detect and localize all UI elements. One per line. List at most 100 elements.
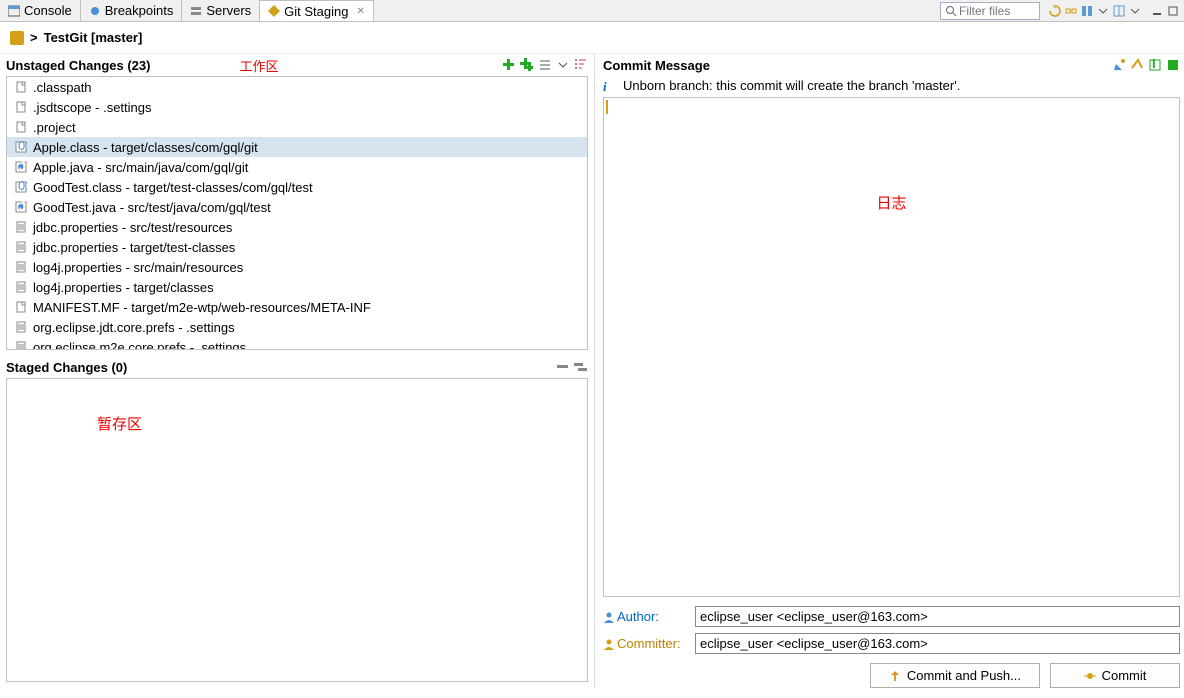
servers-icon (190, 5, 202, 17)
unstaged-header: Unstaged Changes (23) 工作区 (0, 54, 594, 76)
minimize-icon[interactable] (1150, 4, 1164, 18)
chevron-down-icon[interactable] (556, 58, 570, 72)
commit-info-bar: i Unborn branch: this commit will create… (603, 76, 1180, 95)
file-row[interactable]: log4j.properties - target/classes (7, 277, 587, 297)
amend-icon[interactable] (1112, 58, 1126, 72)
tab-console[interactable]: Console (0, 0, 81, 21)
add-all-icon[interactable] (520, 58, 534, 72)
file-label: GoodTest.java - src/test/java/com/gql/te… (33, 200, 271, 215)
props-icon (15, 341, 27, 349)
file-icon (15, 81, 27, 93)
unstaged-title: Unstaged Changes (23) (6, 58, 230, 73)
commit-info-text: Unborn branch: this commit will create t… (623, 78, 960, 93)
file-label: Apple.java - src/main/java/com/gql/git (33, 160, 248, 175)
file-row[interactable]: org.eclipse.m2e.core.prefs - .settings (7, 337, 587, 349)
list-icon[interactable] (538, 58, 552, 72)
staged-header: Staged Changes (0) (0, 356, 594, 378)
file-row[interactable]: .classpath (7, 77, 587, 97)
svg-text:01: 01 (18, 181, 27, 193)
chevron-down-icon[interactable] (1096, 4, 1110, 18)
file-label: .classpath (33, 80, 92, 95)
svg-text:J: J (19, 201, 26, 213)
unstaged-list: .classpath .jsdtscope - .settings .project… (6, 76, 588, 350)
git-staging-icon (268, 5, 280, 17)
commit-icon (1084, 670, 1096, 682)
java-icon: J (15, 201, 27, 213)
file-row[interactable]: jdbc.properties - target/test-classes (7, 237, 587, 257)
staged-list[interactable]: 暂存区 (6, 378, 588, 682)
person-icon (603, 611, 615, 623)
search-icon (945, 5, 957, 17)
commit-message-input[interactable] (604, 98, 1179, 596)
class-icon: 01 (15, 141, 27, 153)
layout-icon[interactable] (1112, 4, 1126, 18)
remove-all-icon[interactable] (574, 360, 588, 374)
file-label: .project (33, 120, 76, 135)
maximize-icon[interactable] (1166, 4, 1180, 18)
file-label: jdbc.properties - src/test/resources (33, 220, 232, 235)
file-label: jdbc.properties - target/test-classes (33, 240, 235, 255)
file-row[interactable]: .jsdtscope - .settings (7, 97, 587, 117)
tab-breakpoints[interactable]: Breakpoints (81, 0, 183, 21)
unstaged-annotation: 工作区 (240, 56, 279, 75)
commit-button[interactable]: Commit (1050, 663, 1180, 688)
file-row[interactable]: J GoodTest.java - src/test/java/com/gql/t… (7, 197, 587, 217)
remove-selected-icon[interactable] (556, 360, 570, 374)
file-row[interactable]: MANIFEST.MF - target/m2e-wtp/web-resourc… (7, 297, 587, 317)
file-label: Apple.class - target/classes/com/gql/git (33, 140, 258, 155)
refresh-icon[interactable] (1048, 4, 1062, 18)
tab-git-staging[interactable]: Git Staging ✕ (260, 0, 374, 21)
file-row[interactable]: 01 Apple.class - target/classes/com/gql/g… (7, 137, 587, 157)
commit-message-header: Commit Message I (603, 54, 1180, 76)
chevron-down-icon[interactable] (1128, 4, 1142, 18)
info-icon: i (603, 79, 617, 93)
file-row[interactable]: org.eclipse.jdt.core.prefs - .settings (7, 317, 587, 337)
link-icon[interactable] (1064, 4, 1078, 18)
breadcrumb-sep: > (30, 30, 38, 45)
file-label: org.eclipse.m2e.core.prefs - .settings (33, 340, 246, 350)
props-icon (15, 281, 27, 293)
view-toolbar (1044, 4, 1146, 18)
committer-input[interactable] (695, 633, 1180, 654)
close-icon[interactable]: ✕ (356, 6, 364, 17)
file-label: MANIFEST.MF - target/m2e-wtp/web-resourc… (33, 300, 371, 315)
file-label: log4j.properties - src/main/resources (33, 260, 243, 275)
file-icon (15, 101, 27, 113)
file-label: .jsdtscope - .settings (33, 100, 152, 115)
gerrit-icon[interactable] (1166, 58, 1180, 72)
tab-label: Console (24, 3, 72, 18)
staged-title: Staged Changes (0) (6, 360, 281, 375)
file-row[interactable]: J Apple.java - src/main/java/com/gql/git (7, 157, 587, 177)
file-row[interactable]: 01 GoodTest.class - target/test-classes/c… (7, 177, 587, 197)
filter-files-input[interactable] (940, 2, 1040, 20)
console-icon (8, 5, 20, 17)
changeid-icon[interactable]: I (1148, 58, 1162, 72)
tab-servers[interactable]: Servers (182, 0, 260, 21)
breakpoints-icon (89, 5, 101, 17)
props-icon (15, 241, 27, 253)
signoff-icon[interactable] (1130, 58, 1144, 72)
text-cursor (606, 100, 608, 114)
file-row[interactable]: jdbc.properties - src/test/resources (7, 217, 587, 237)
add-selected-icon[interactable] (502, 58, 516, 72)
sort-icon[interactable] (574, 58, 588, 72)
file-label: GoodTest.class - target/test-classes/com… (33, 180, 313, 195)
java-icon: J (15, 161, 27, 173)
file-label: org.eclipse.jdt.core.prefs - .settings (33, 320, 235, 335)
author-label: Author: (603, 609, 689, 624)
tab-label: Git Staging (284, 4, 348, 19)
commit-and-push-button[interactable]: Commit and Push... (870, 663, 1040, 688)
commit-message-area[interactable]: 日志 (603, 97, 1180, 597)
author-input[interactable] (695, 606, 1180, 627)
file-icon (15, 121, 27, 133)
props-icon (15, 321, 27, 333)
staged-annotation: 暂存区 (97, 413, 142, 434)
file-row[interactable]: .project (7, 117, 587, 137)
svg-text:J: J (19, 161, 26, 173)
svg-text:I: I (1152, 58, 1156, 71)
file-icon (15, 301, 27, 313)
file-row[interactable]: log4j.properties - src/main/resources (7, 257, 587, 277)
class-icon: 01 (15, 181, 27, 193)
column-icon[interactable] (1080, 4, 1094, 18)
committer-label: Committer: (603, 636, 689, 651)
